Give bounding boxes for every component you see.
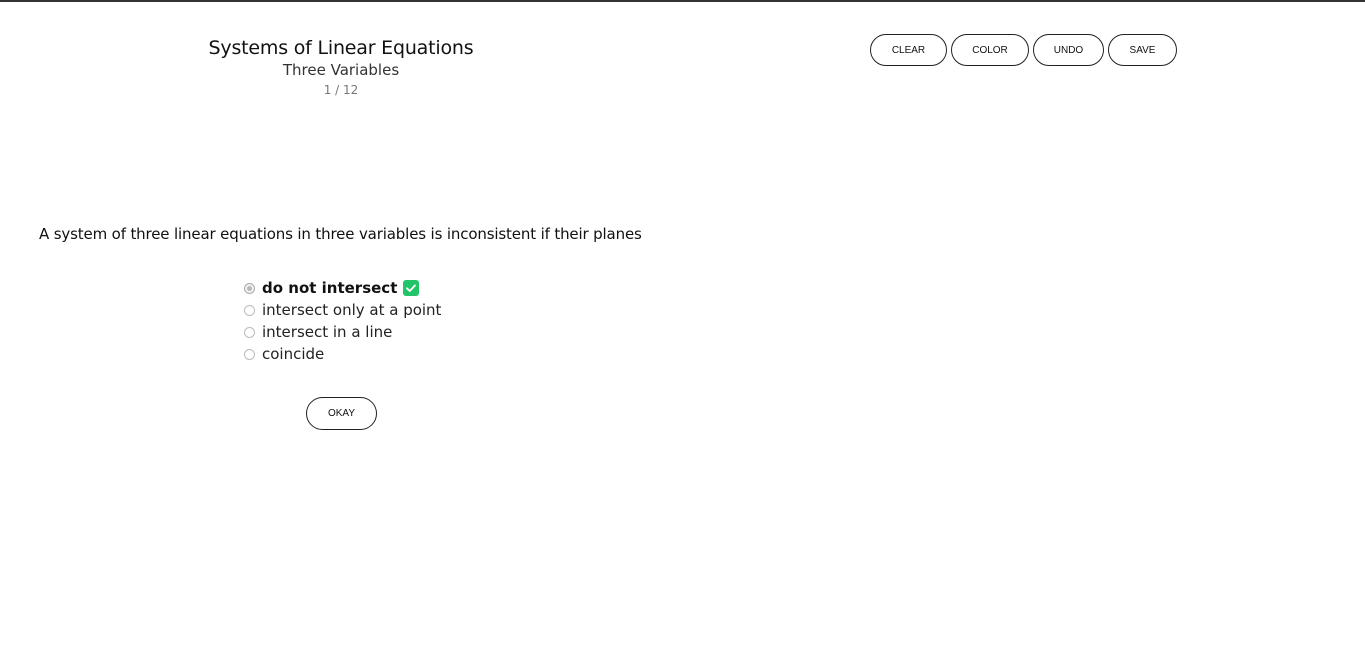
- page-title: Systems of Linear Equations: [208, 37, 474, 59]
- answer-option[interactable]: intersect only at a point: [244, 299, 441, 321]
- question-text: A system of three linear equations in th…: [39, 225, 642, 243]
- option-label: do not intersect: [262, 279, 398, 297]
- option-label: intersect only at a point: [262, 301, 442, 319]
- answer-option[interactable]: intersect in a line: [244, 321, 441, 343]
- drawing-toolbar: CLEAR COLOR UNDO SAVE: [870, 34, 1177, 66]
- answer-option[interactable]: coincide: [244, 343, 441, 365]
- top-border: [0, 0, 1365, 2]
- color-button[interactable]: COLOR: [951, 34, 1029, 66]
- undo-button[interactable]: UNDO: [1033, 34, 1104, 66]
- option-label: coincide: [262, 345, 325, 363]
- radio-button[interactable]: [244, 348, 255, 360]
- option-label: intersect in a line: [262, 323, 393, 341]
- okay-button[interactable]: OKAY: [306, 397, 377, 430]
- page-subtitle: Three Variables: [282, 61, 400, 79]
- radio-button-selected[interactable]: [244, 282, 255, 294]
- answer-options: do not intersect intersect only at a poi…: [244, 277, 441, 365]
- radio-button[interactable]: [244, 326, 255, 338]
- page-header: Systems of Linear Equations Three Variab…: [140, 34, 542, 99]
- question-counter: 1 / 12: [323, 83, 359, 97]
- check-icon: [403, 280, 420, 296]
- radio-button[interactable]: [244, 304, 255, 316]
- clear-button[interactable]: CLEAR: [870, 34, 947, 66]
- save-button[interactable]: SAVE: [1108, 34, 1177, 66]
- answer-option[interactable]: do not intersect: [244, 277, 441, 299]
